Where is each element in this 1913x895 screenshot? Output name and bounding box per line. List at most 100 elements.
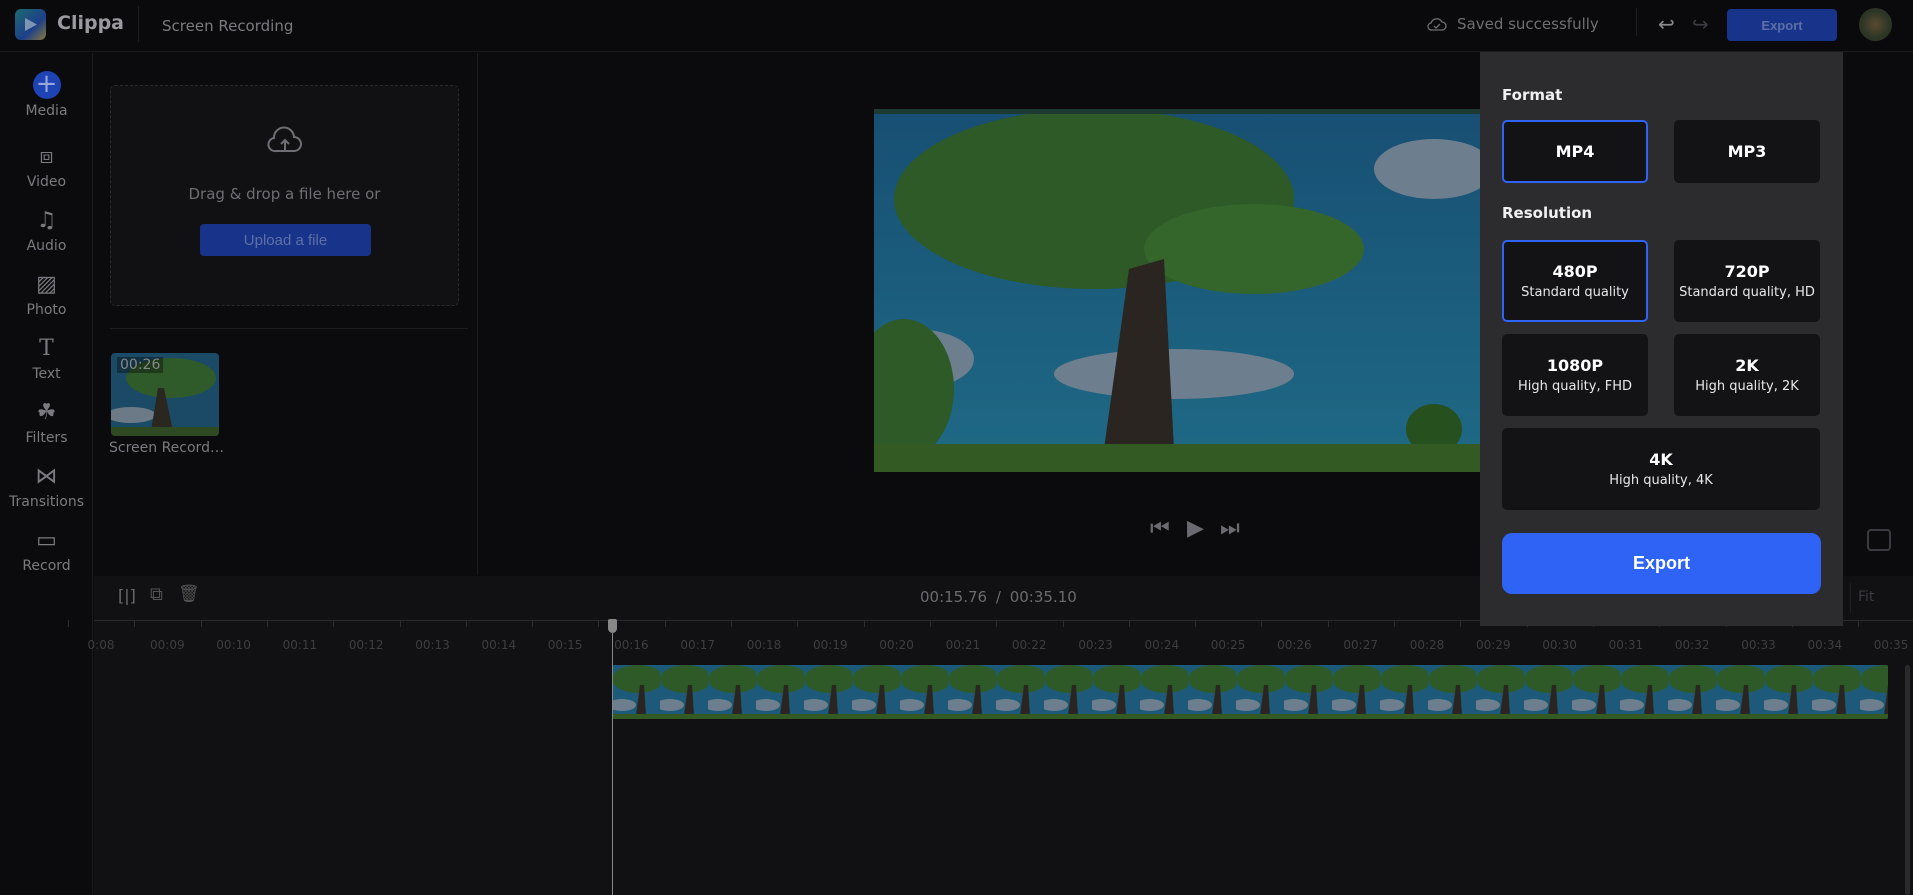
- timeline[interactable]: [94, 620, 1913, 895]
- sidebar-item-photo[interactable]: ▨ Photo: [0, 271, 93, 318]
- playhead[interactable]: [612, 620, 613, 895]
- clip-frame: [1044, 665, 1092, 719]
- fullscreen-icon[interactable]: [1867, 529, 1891, 551]
- clip-frame: [1476, 665, 1524, 719]
- sidebar: + Media ⧈ Video ♫ Audio ▨ Photo T Text ☘ Filte…: [0, 53, 93, 895]
- media-thumbnail[interactable]: 00:26: [111, 353, 219, 436]
- undo-icon[interactable]: ↩: [1658, 12, 1675, 36]
- total-time: 00:35.10: [1009, 588, 1077, 606]
- ruler-label: 00:27: [1343, 638, 1378, 652]
- ruler-label: 00:16: [614, 638, 649, 652]
- ruler-tick: [68, 620, 69, 627]
- sidebar-item-media[interactable]: + Media: [0, 71, 93, 119]
- drop-zone[interactable]: Drag & drop a file here or Upload a file: [110, 85, 459, 306]
- save-status-text: Saved successfully: [1457, 15, 1599, 33]
- option-title: 480P: [1552, 262, 1598, 281]
- clip-frame: [1812, 665, 1860, 719]
- video-preview[interactable]: [874, 109, 1480, 472]
- sidebar-item-filters[interactable]: ☘ Filters: [0, 399, 93, 446]
- clip-frame: [804, 665, 852, 719]
- clip-frame: [708, 665, 756, 719]
- clip-frame: [852, 665, 900, 719]
- ruler-label: 00:26: [1277, 638, 1312, 652]
- ruler-label: 00:14: [481, 638, 517, 652]
- export-button[interactable]: Export: [1502, 533, 1821, 594]
- resolution-720p-option[interactable]: 720P Standard quality, HD: [1674, 240, 1820, 322]
- ruler-tick: [598, 620, 600, 627]
- split-icon[interactable]: [|]: [118, 586, 136, 605]
- option-desc: Standard quality, HD: [1679, 285, 1815, 300]
- ruler-tick: [266, 620, 268, 627]
- fit-button[interactable]: Fit: [1858, 589, 1874, 605]
- sidebar-item-transitions[interactable]: ⋈ Transitions: [0, 463, 93, 510]
- delete-icon[interactable]: 🗑: [178, 584, 200, 604]
- current-time: 00:15.76: [920, 588, 988, 606]
- ruler-label: 00:13: [415, 638, 450, 652]
- upload-file-button[interactable]: Upload a file: [200, 224, 371, 256]
- resolution-4k-option[interactable]: 4K High quality, 4K: [1502, 428, 1820, 510]
- playhead-handle[interactable]: [608, 619, 617, 633]
- ruler-tick: [996, 620, 998, 627]
- sidebar-item-record[interactable]: ▭ Record: [0, 527, 93, 574]
- sidebar-item-audio[interactable]: ♫ Audio: [0, 207, 93, 254]
- ruler-tick: [1858, 620, 1860, 627]
- camera-icon: ▭: [36, 528, 57, 553]
- option-title: 1080P: [1546, 356, 1604, 375]
- clip-frame: [1188, 665, 1236, 719]
- resolution-480p-option[interactable]: 480P Standard quality: [1502, 240, 1648, 322]
- clip-frame: [1140, 665, 1188, 719]
- top-bar: Clippa Screen Recording Saved successful…: [0, 0, 1913, 52]
- ruler-tick: [134, 620, 136, 627]
- ruler-label: 00:33: [1741, 638, 1776, 652]
- clip-frame: [1380, 665, 1428, 719]
- ruler-tick: [1394, 620, 1395, 627]
- ruler-label: 00:15: [547, 638, 583, 652]
- ruler-tick: [731, 620, 732, 627]
- video-icon: ⧈: [39, 144, 54, 169]
- save-status: Saved successfully: [1427, 15, 1599, 33]
- skip-forward-icon[interactable]: ⏭: [1220, 516, 1240, 541]
- ruler-label: 00:12: [348, 638, 384, 652]
- divider: [110, 328, 468, 329]
- format-mp4-option[interactable]: MP4: [1502, 120, 1648, 183]
- play-icon[interactable]: ▶: [1187, 516, 1204, 541]
- ruler-tick: [1195, 620, 1197, 627]
- avatar[interactable]: [1859, 8, 1892, 41]
- cloud-check-icon: [1427, 18, 1447, 31]
- sidebar-item-label: Transitions: [9, 494, 84, 510]
- skip-back-icon[interactable]: ⏮: [1150, 516, 1170, 541]
- ruler-label: 00:30: [1542, 638, 1577, 652]
- ruler-label: 00:11: [282, 638, 318, 652]
- duplicate-icon[interactable]: ⧉: [150, 584, 163, 605]
- sidebar-item-video[interactable]: ⧈ Video: [0, 143, 93, 190]
- sidebar-item-text[interactable]: T Text: [0, 335, 93, 382]
- redo-icon[interactable]: ↪: [1692, 12, 1709, 36]
- clip-frame: [1524, 665, 1572, 719]
- resolution-2k-option[interactable]: 2K High quality, 2K: [1674, 334, 1820, 416]
- ruler-label: 00:20: [879, 638, 914, 652]
- clip-frame: [1764, 665, 1812, 719]
- ruler-label: 00:28: [1409, 638, 1445, 652]
- ruler-label: 00:21: [945, 638, 981, 652]
- header-export-button[interactable]: Export: [1727, 9, 1837, 41]
- ruler-label: 00:35: [1873, 638, 1909, 652]
- sidebar-item-label: Audio: [26, 238, 67, 254]
- option-title: 4K: [1649, 450, 1673, 469]
- media-file-name: Screen Recordi...: [109, 440, 224, 456]
- ruler-tick: [532, 620, 534, 627]
- preview-frame-image: [874, 109, 1480, 472]
- option-title: 2K: [1735, 356, 1759, 375]
- timeline-scrollbar[interactable]: [1905, 665, 1910, 895]
- sidebar-item-label: Text: [32, 366, 61, 382]
- ruler-label: 00:32: [1674, 638, 1710, 652]
- ruler-tick: [333, 620, 335, 627]
- video-clip-track[interactable]: [612, 665, 1888, 719]
- ruler-tick: [399, 620, 401, 627]
- sidebar-item-label: Photo: [26, 302, 67, 318]
- format-mp3-option[interactable]: MP3: [1674, 120, 1820, 183]
- project-title[interactable]: Screen Recording: [162, 17, 293, 35]
- divider: [138, 6, 139, 42]
- ruler-label: 00:24: [1144, 638, 1180, 652]
- ruler-tick: [1460, 620, 1462, 627]
- resolution-1080p-option[interactable]: 1080P High quality, FHD: [1502, 334, 1648, 416]
